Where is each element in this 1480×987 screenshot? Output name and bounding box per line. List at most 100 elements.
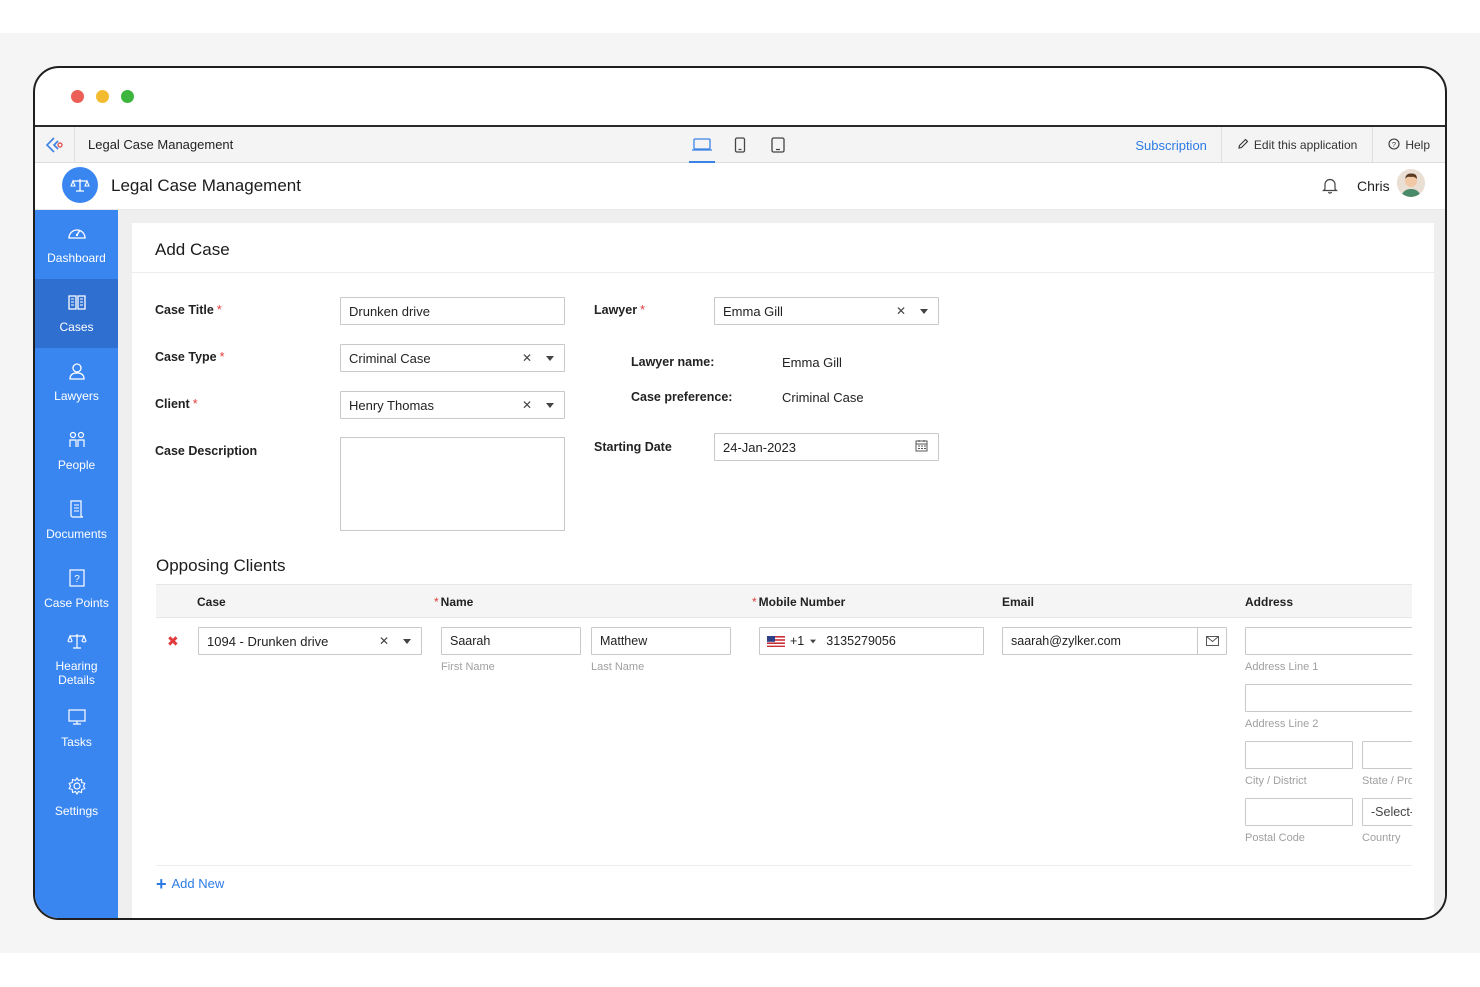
column-mobile: * Mobile Number [752,595,845,609]
remove-row-icon[interactable]: ✖ [167,633,179,650]
add-new-label: Add New [171,876,225,891]
sidebar-item-tasks[interactable]: Tasks [35,694,118,763]
first-name-sublabel: First Name [441,661,495,673]
required-marker: * [216,303,222,317]
client-label: Client * [155,397,198,411]
maximize-window-dot[interactable] [121,90,134,103]
case-type-select[interactable]: Criminal Case ✕ [340,344,565,372]
sidebar-item-documents[interactable]: Documents [35,486,118,555]
address-line2-input[interactable] [1245,684,1412,712]
sidebar-item-label: Tasks [61,735,92,749]
case-description-label: Case Description [155,444,258,458]
minimize-window-dot[interactable] [96,90,109,103]
subscription-link[interactable]: Subscription [1120,127,1221,163]
add-new-row-button[interactable]: + Add New [156,873,225,894]
mail-icon[interactable] [1197,628,1226,654]
user-avatar[interactable] [1397,169,1425,197]
opposing-case-value: 1094 - Drunken drive [207,633,329,649]
sidebar-item-cases[interactable]: Cases [35,279,118,348]
mobile-view-icon[interactable] [728,127,752,163]
state-input[interactable] [1362,741,1412,769]
sidebar-item-hearing-details[interactable]: Hearing Details [35,624,118,694]
required-marker: * [640,303,645,317]
edit-application-label: Edit this application [1253,138,1358,152]
email-value: saarah@zylker.com [1011,634,1121,648]
case-preference-label: Case preference: [631,390,733,404]
clear-icon[interactable]: ✕ [522,398,532,412]
tablet-view-icon[interactable] [766,127,790,163]
close-window-dot[interactable] [71,90,84,103]
column-case: Case [197,595,226,609]
lawyer-select[interactable]: Emma Gill ✕ [714,297,939,325]
chevron-down-icon[interactable] [546,402,554,408]
column-address: Address [1245,595,1294,609]
clear-icon[interactable]: ✕ [522,351,532,365]
required-marker: * [192,397,198,411]
creator-logo-icon[interactable] [35,127,75,163]
sidebar-item-dashboard[interactable]: Dashboard [35,210,118,279]
chevron-down-icon[interactable] [403,638,411,644]
column-name-text: Name [440,595,474,609]
country-code[interactable]: +1 [790,634,804,648]
case-description-textarea[interactable] [340,437,565,531]
starting-date-input[interactable]: 24-Jan-2023 [714,433,939,461]
plus-icon: + [156,873,167,894]
sidebar-item-people[interactable]: People [35,417,118,486]
first-name-value: Saarah [450,634,491,648]
city-input[interactable] [1245,741,1353,769]
case-type-value: Criminal Case [349,350,431,366]
sidebar-item-label: Documents [46,527,107,541]
add-case-form: Add Case Case Title * Drunken drive Case … [132,223,1434,918]
state-sublabel: State / Pro [1362,775,1412,787]
app-header: Legal Case Management Chris [35,164,1445,210]
clear-icon[interactable]: ✕ [896,304,906,318]
sidebar-item-label: Lawyers [54,389,99,403]
form-title: Add Case [155,240,230,259]
required-marker: * [219,350,225,364]
address-line1-input[interactable] [1245,627,1412,655]
sidebar-item-settings[interactable]: Settings [35,763,118,832]
lawyers-icon [67,362,87,383]
user-name[interactable]: Chris [1357,178,1390,194]
country-code-chevron-icon[interactable] [810,639,817,643]
sidebar-item-lawyers[interactable]: Lawyers [35,348,118,417]
us-flag-icon[interactable] [767,635,785,647]
sidebar-item-label: Dashboard [47,251,106,265]
country-sublabel: Country [1362,832,1401,844]
client-select[interactable]: Henry Thomas ✕ [340,391,565,419]
edit-application-button[interactable]: Edit this application [1220,127,1372,163]
sidebar-item-label: Settings [54,804,99,818]
notification-bell-icon[interactable] [1322,177,1338,199]
mobile-number-input[interactable]: +1 3135279056 [759,627,984,655]
sidebar-item-case-points[interactable]: ? Case Points [35,555,118,624]
lawyer-value: Emma Gill [723,303,783,319]
help-button[interactable]: ? Help [1372,127,1445,163]
settings-icon [67,776,87,798]
chevron-down-icon[interactable] [546,355,554,361]
lawyer-name-value: Emma Gill [782,355,842,370]
country-select[interactable]: -Select- [1362,798,1412,826]
clear-icon[interactable]: ✕ [379,634,389,648]
app-header-title: Legal Case Management [111,176,301,195]
case-points-icon: ? [67,569,87,590]
pencil-icon [1237,138,1249,153]
documents-icon [67,500,87,521]
email-input[interactable]: saarah@zylker.com [1002,627,1227,655]
address-fields: Address Line 1 Address Line 2 City / Dis… [1245,618,1412,863]
opposing-case-select[interactable]: 1094 - Drunken drive ✕ [198,627,422,655]
first-name-input[interactable]: Saarah [441,627,581,655]
case-title-label: Case Title * [155,303,222,317]
case-type-label-text: Case Type [155,350,217,364]
case-preference-value: Criminal Case [782,390,864,405]
calendar-icon[interactable] [915,439,928,455]
desktop-view-icon[interactable] [689,127,715,163]
sidebar-item-label: People [57,458,96,472]
sidebar-item-label: Case Points [44,596,109,610]
chevron-down-icon[interactable] [920,308,928,314]
case-title-input[interactable]: Drunken drive [340,297,565,325]
opposing-clients-title: Opposing Clients [156,556,286,575]
postal-code-input[interactable] [1245,798,1353,826]
opposing-clients-header: Case * Name * Mobile Number Email Address [156,584,1412,618]
case-title-label-text: Case Title [155,303,214,317]
last-name-input[interactable]: Matthew [591,627,731,655]
